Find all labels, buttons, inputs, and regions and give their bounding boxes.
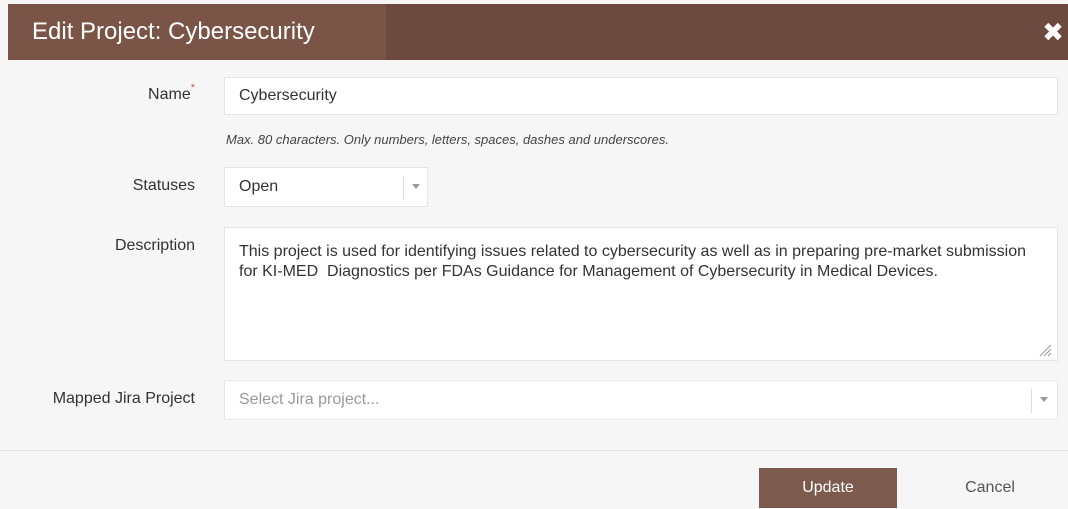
required-marker: * — [190, 82, 195, 94]
chevron-down-icon[interactable] — [412, 184, 420, 189]
edit-project-dialog: Edit Project: Cybersecurity ✖ Name* Max.… — [0, 0, 1068, 509]
description-textarea[interactable]: This project is used for identifying iss… — [224, 227, 1058, 361]
statuses-select[interactable]: Open — [224, 167, 428, 207]
name-input[interactable] — [224, 77, 1058, 115]
jira-project-label: Mapped Jira Project — [52, 390, 195, 407]
name-label: Name* — [0, 82, 195, 104]
close-icon[interactable]: ✖ — [1038, 17, 1068, 47]
description-label: Description — [114, 237, 195, 254]
dialog-footer: Update Cancel — [0, 450, 1068, 509]
dialog-title: Edit Project: Cybersecurity — [32, 18, 315, 45]
update-button[interactable]: Update — [759, 468, 897, 508]
chevron-down-icon[interactable] — [1040, 397, 1048, 402]
select-divider — [1031, 389, 1032, 413]
jira-project-placeholder: Select Jira project... — [239, 391, 380, 408]
select-divider — [403, 176, 404, 200]
jira-project-select[interactable]: Select Jira project... — [224, 380, 1058, 420]
resize-grip-icon[interactable] — [1038, 343, 1052, 357]
statuses-selected-value: Open — [239, 178, 279, 195]
dialog-header: Edit Project: Cybersecurity ✖ — [8, 4, 1068, 60]
statuses-label: Statuses — [132, 177, 195, 194]
name-hint: Max. 80 characters. Only numbers, letter… — [226, 132, 669, 147]
cancel-button[interactable]: Cancel — [940, 468, 1040, 508]
project-form: Name* Max. 80 characters. Only numbers, … — [0, 60, 1068, 448]
name-label-text: Name — [148, 86, 191, 103]
